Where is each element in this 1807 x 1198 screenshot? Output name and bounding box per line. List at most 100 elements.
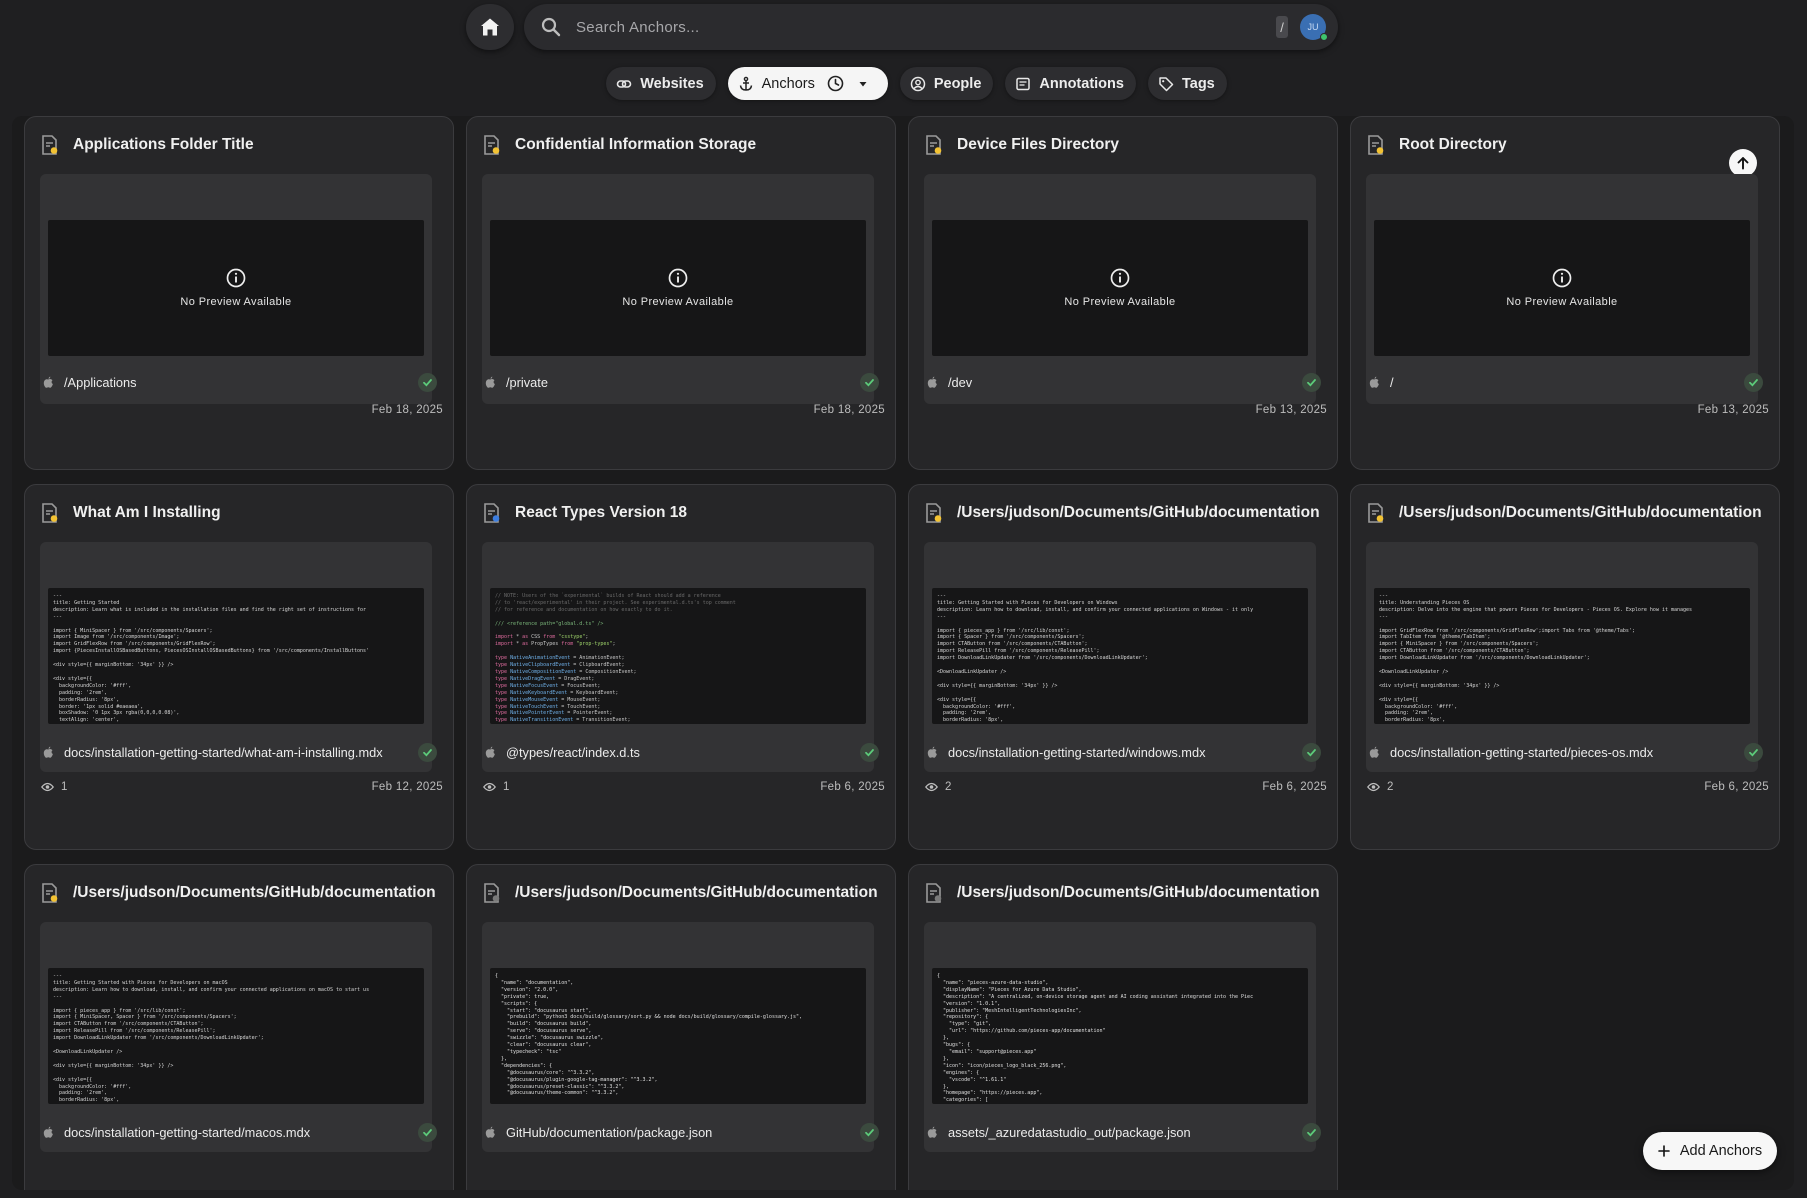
code-preview: { "name": "pieces-azure-data-studio", "d…	[937, 973, 1254, 1104]
card-path-row: @types/react/index.d.ts	[485, 742, 879, 762]
info-icon	[668, 268, 688, 288]
code-preview: // NOTE: Users of the `experimental` bui…	[495, 593, 736, 724]
card-path-row: /private	[485, 372, 879, 392]
note-icon	[1016, 77, 1031, 90]
apple-icon	[43, 1126, 53, 1138]
card-header: React Types Version 18	[483, 501, 877, 525]
file-icon	[926, 883, 942, 903]
info-icon	[1110, 268, 1130, 288]
anchor-icon	[739, 76, 752, 91]
anchor-card[interactable]: Device Files Directory No Preview Availa…	[908, 116, 1338, 470]
card-preview: // NOTE: Users of the `experimental` bui…	[482, 542, 874, 772]
card-footer: Feb 13, 2025	[925, 401, 1327, 419]
anchor-card[interactable]: What Am I Installing --- title: Getting …	[24, 484, 454, 850]
card-path: /	[1390, 374, 1394, 390]
card-preview: No Preview Available	[482, 174, 874, 404]
anchor-card[interactable]: Applications Folder Title No Preview Ava…	[24, 116, 454, 470]
link-icon	[616, 79, 632, 88]
card-path-row: docs/installation-getting-started/pieces…	[1369, 742, 1763, 762]
card-preview: No Preview Available	[924, 174, 1316, 404]
tab-people[interactable]: People	[899, 67, 994, 100]
card-path: docs/installation-getting-started/window…	[948, 744, 1206, 760]
anchor-card[interactable]: /Users/judson/Documents/GitHub/documenta…	[908, 864, 1338, 1190]
check-icon	[418, 372, 437, 392]
card-date: Feb 6, 2025	[1262, 781, 1327, 793]
online-status-dot	[1320, 33, 1328, 41]
no-preview-text: No Preview Available	[1506, 296, 1618, 308]
code-preview: --- title: Getting Started with Pieces f…	[937, 593, 1254, 724]
anchor-card[interactable]: React Types Version 18 // NOTE: Users of…	[466, 484, 896, 850]
clock-icon	[827, 75, 844, 92]
tab-label: Annotations	[1039, 75, 1124, 92]
views-count: 1	[483, 781, 510, 793]
card-date: Feb 6, 2025	[1704, 781, 1769, 793]
file-icon	[926, 503, 942, 523]
tag-icon	[1159, 76, 1174, 91]
tab-label: People	[933, 75, 982, 92]
card-footer: 2 Feb 6, 2025	[925, 778, 1327, 796]
card-header: /Users/judson/Documents/GitHub/documenta…	[925, 501, 1319, 525]
preview-box: --- title: Understanding Pieces OS descr…	[1374, 588, 1750, 724]
card-footer: 1 Feb 12, 2025	[41, 778, 443, 796]
anchors-grid-container[interactable]: Applications Folder Title No Preview Ava…	[12, 116, 1794, 1190]
card-title: Root Directory	[1399, 136, 1507, 153]
no-preview-text: No Preview Available	[1064, 296, 1176, 308]
card-header: Confidential Information Storage	[483, 133, 877, 157]
no-preview: No Preview Available	[932, 220, 1308, 356]
check-icon	[1744, 742, 1763, 762]
code-preview: --- title: Getting Started description: …	[53, 593, 370, 724]
anchor-card[interactable]: /Users/judson/Documents/GitHub/documenta…	[466, 864, 896, 1190]
card-path: GitHub/documentation/package.json	[506, 1124, 713, 1140]
search-bar[interactable]: / JU	[524, 4, 1338, 50]
no-preview: No Preview Available	[48, 220, 424, 356]
card-preview: --- title: Understanding Pieces OS descr…	[1366, 542, 1758, 772]
home-button[interactable]	[466, 4, 514, 50]
no-preview-text: No Preview Available	[622, 296, 734, 308]
card-header: Root Directory	[1367, 133, 1761, 177]
check-icon	[1302, 742, 1321, 762]
file-icon	[42, 883, 58, 903]
views-count: 2	[925, 781, 952, 793]
file-icon	[484, 503, 500, 523]
card-path-row: GitHub/documentation/package.json	[485, 1122, 879, 1142]
card-date: Feb 13, 2025	[1255, 404, 1327, 416]
add-anchors-button[interactable]: Add Anchors	[1643, 1132, 1777, 1170]
scroll-to-top-button[interactable]	[1729, 149, 1757, 177]
arrow-up-icon	[1737, 157, 1749, 170]
check-icon	[860, 1122, 879, 1142]
card-date: Feb 18, 2025	[813, 404, 885, 416]
card-path-row: /Applications	[43, 372, 437, 392]
card-header: Device Files Directory	[925, 133, 1319, 157]
tab-tags[interactable]: Tags	[1147, 67, 1227, 100]
avatar[interactable]: JU	[1300, 14, 1328, 41]
code-preview: --- title: Understanding Pieces OS descr…	[1379, 593, 1693, 724]
card-title: Applications Folder Title	[73, 136, 254, 153]
check-icon	[1302, 1122, 1321, 1142]
views-value: 2	[945, 781, 952, 793]
plus-icon	[1658, 1145, 1670, 1157]
check-icon	[860, 742, 879, 762]
card-path-row: docs/installation-getting-started/what-a…	[43, 742, 437, 762]
anchor-card[interactable]: /Users/judson/Documents/GitHub/documenta…	[24, 864, 454, 1190]
check-icon	[418, 1122, 437, 1142]
home-icon	[481, 18, 499, 36]
card-title: /Users/judson/Documents/GitHub/documenta…	[957, 884, 1319, 901]
anchor-card[interactable]: Root Directory No Preview Available / Fe…	[1350, 116, 1780, 470]
anchor-card[interactable]: /Users/judson/Documents/GitHub/documenta…	[1350, 484, 1780, 850]
tab-label: Websites	[640, 75, 704, 92]
chevron-down-icon	[859, 81, 867, 86]
tab-websites[interactable]: Websites	[606, 67, 716, 100]
tab-anchors[interactable]: Anchors	[727, 67, 888, 100]
search-input[interactable]	[576, 18, 1276, 36]
card-preview: { "name": "pieces-azure-data-studio", "d…	[924, 922, 1316, 1152]
card-title: /Users/judson/Documents/GitHub/documenta…	[957, 504, 1319, 521]
preview-box: --- title: Getting Started description: …	[48, 588, 424, 724]
apple-icon	[485, 1126, 495, 1138]
anchor-card[interactable]: Confidential Information Storage No Prev…	[466, 116, 896, 470]
eye-icon	[1367, 782, 1380, 792]
tab-annotations[interactable]: Annotations	[1005, 67, 1136, 100]
sort-control[interactable]	[827, 75, 876, 92]
anchor-card[interactable]: /Users/judson/Documents/GitHub/documenta…	[908, 484, 1338, 850]
card-path: @types/react/index.d.ts	[506, 744, 640, 760]
eye-icon	[483, 782, 496, 792]
